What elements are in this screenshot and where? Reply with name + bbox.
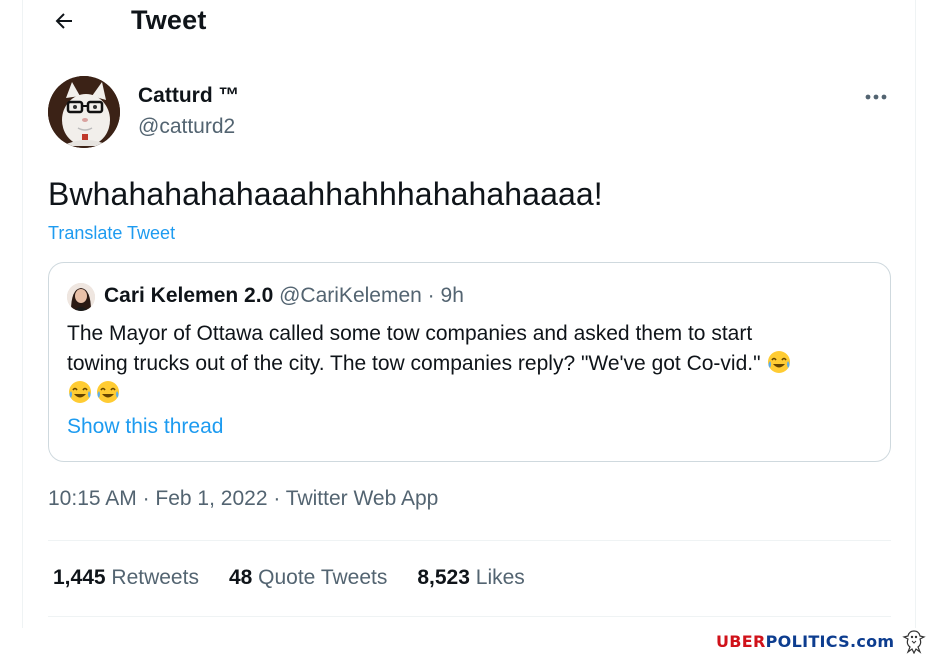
likes-label: Likes bbox=[475, 566, 525, 589]
quoted-author-name[interactable]: Cari Kelemen 2.0 bbox=[104, 284, 273, 307]
engagement-stats: 1,445 Retweets 48 Quote Tweets 8,523 Lik… bbox=[53, 566, 525, 590]
watermark-part-1: UBER bbox=[716, 632, 766, 651]
quoted-tweet-time[interactable]: 9h bbox=[441, 284, 464, 307]
page-header: Tweet bbox=[23, 0, 915, 44]
tweet-metadata: 10:15 AM · Feb 1, 2022 · Twitter Web App bbox=[48, 487, 438, 511]
quoted-tweet-text: The Mayor of Ottawa called some tow comp… bbox=[67, 319, 867, 409]
separator-dot: · bbox=[427, 284, 435, 307]
quoted-text-line-3 bbox=[67, 379, 867, 409]
quote-tweets-count: 48 bbox=[228, 566, 253, 589]
translate-tweet-link[interactable]: Translate Tweet bbox=[48, 223, 175, 244]
author-avatar[interactable] bbox=[48, 76, 120, 148]
divider bbox=[48, 540, 891, 541]
show-thread-link[interactable]: Show this thread bbox=[67, 415, 223, 439]
cat-avatar-image bbox=[48, 76, 120, 148]
quoted-tweet-card[interactable]: Cari Kelemen 2.0 @CariKelemen · 9h The M… bbox=[48, 262, 891, 462]
page-title: Tweet bbox=[131, 5, 207, 35]
face-with-tears-of-joy-icon bbox=[69, 381, 91, 403]
tweet-source[interactable]: Twitter Web App bbox=[286, 487, 439, 510]
quoted-tweet-header: Cari Kelemen 2.0 @CariKelemen · 9h bbox=[104, 284, 464, 308]
arrow-left-icon bbox=[55, 13, 72, 29]
author-handle[interactable]: @catturd2 bbox=[138, 115, 235, 139]
tweet-time[interactable]: 10:15 AM bbox=[48, 487, 137, 510]
quoted-author-handle[interactable]: @CariKelemen bbox=[279, 284, 422, 307]
retweets-count: 1,445 bbox=[53, 566, 106, 589]
watermark-text: UBERPOLITICS.com bbox=[716, 632, 894, 651]
retweets-label: Retweets bbox=[111, 566, 199, 589]
more-options-button[interactable] bbox=[861, 84, 891, 110]
quote-tweets-label: Quote Tweets bbox=[258, 566, 388, 589]
face-with-tears-of-joy-icon bbox=[768, 351, 791, 373]
divider bbox=[48, 616, 891, 617]
watermark-part-2: POLITICS.com bbox=[765, 632, 895, 651]
tweet-column: Tweet Catturd ™ @catturd2 Bwhahahahahaaa… bbox=[22, 0, 916, 628]
back-button[interactable] bbox=[47, 6, 81, 36]
face-with-tears-of-joy-icon bbox=[97, 381, 119, 403]
meta-separator: · bbox=[267, 487, 286, 510]
author-name[interactable]: Catturd ™ bbox=[138, 84, 240, 108]
more-horizontal-icon bbox=[865, 94, 887, 100]
meta-separator: · bbox=[136, 487, 156, 510]
quoted-text-line-2: towing trucks out of the city. The tow c… bbox=[67, 349, 867, 379]
retweets-stat[interactable]: 1,445 Retweets bbox=[53, 566, 199, 590]
likes-stat[interactable]: 8,523 Likes bbox=[417, 566, 524, 590]
quoted-text-line-1: The Mayor of Ottawa called some tow comp… bbox=[67, 322, 753, 345]
quoted-author-avatar[interactable] bbox=[67, 283, 95, 311]
likes-count: 8,523 bbox=[417, 566, 470, 589]
eagle-logo-icon bbox=[902, 630, 926, 654]
quoted-text-line-2-text: towing trucks out of the city. The tow c… bbox=[67, 352, 761, 375]
tweet-text: Bwhahahahahaaahhahhhahahahaaaa! bbox=[48, 176, 603, 212]
quote-tweets-stat[interactable]: 48 Quote Tweets bbox=[229, 566, 387, 590]
tweet-date[interactable]: Feb 1, 2022 bbox=[155, 487, 267, 510]
person-avatar-image bbox=[67, 283, 95, 311]
